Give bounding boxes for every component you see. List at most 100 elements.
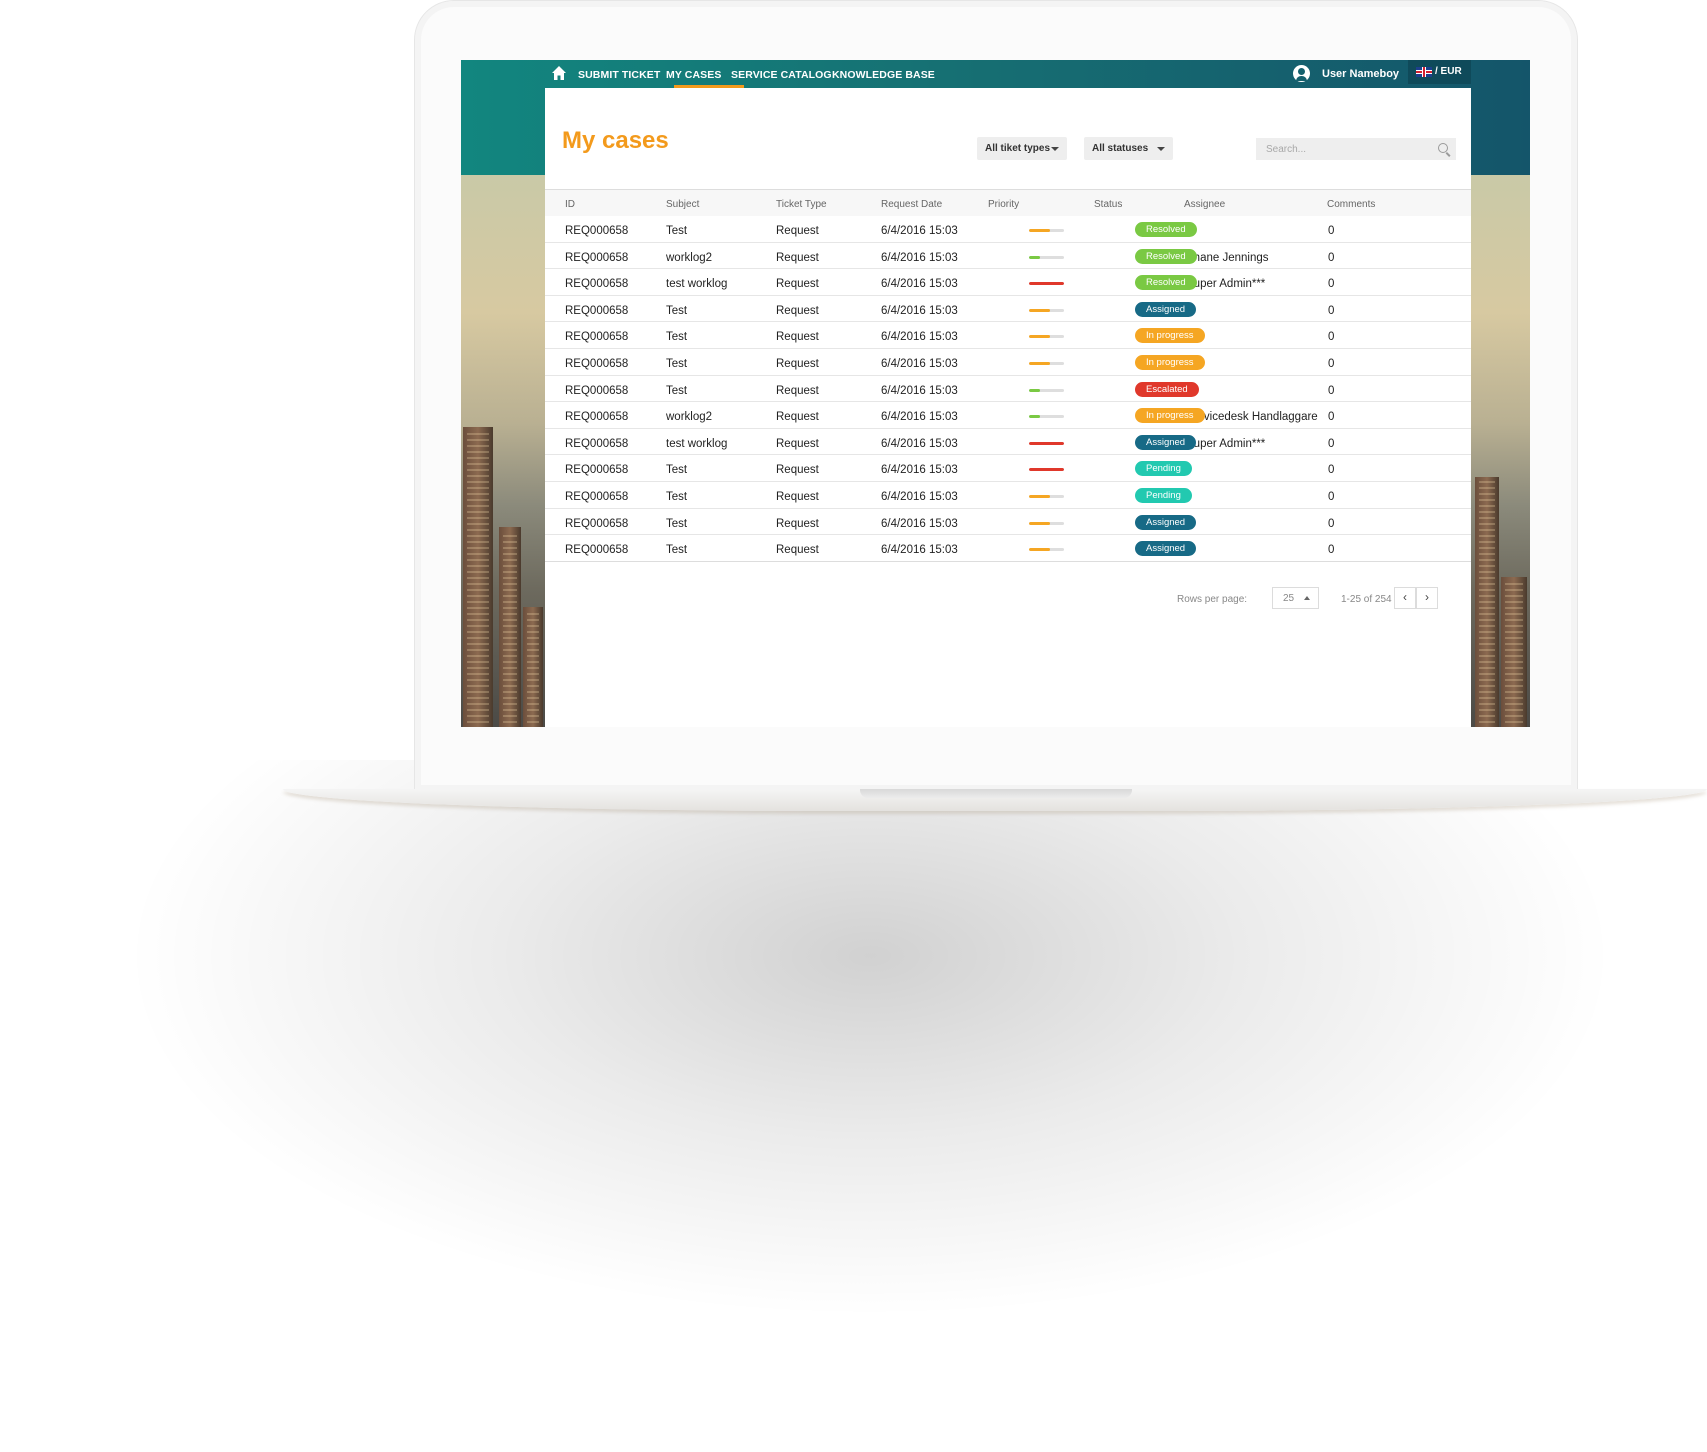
search-icon[interactable] — [1438, 143, 1448, 153]
priority-bar — [1029, 388, 1064, 392]
cell-request-date: 6/4/2016 15:03 — [881, 544, 958, 557]
cell-id: REQ000658 — [565, 251, 629, 264]
cell-ticket-type: Request — [776, 358, 819, 370]
cell-subject: worklog2 — [666, 251, 713, 264]
status-badge: Pending — [1135, 488, 1192, 503]
cell-ticket-type: Request — [776, 384, 819, 397]
locale-selector[interactable]: / EUR — [1408, 60, 1471, 84]
table-row[interactable]: REQ000658 Test Request 6/4/2016 15:03 0 Assig… — [545, 509, 1471, 536]
cell-ticket-type: Request — [776, 411, 819, 424]
cell-subject: Test — [666, 358, 688, 370]
column-header-subject[interactable]: Subject — [666, 199, 699, 210]
cell-comments: 0 — [1328, 491, 1335, 503]
nav-service-catalog[interactable]: SERVICE CATALOG — [731, 69, 832, 81]
table-row[interactable]: REQ000658 Test Request 6/4/2016 15:03 0 Pendi… — [545, 455, 1471, 482]
cell-subject: worklog2 — [666, 411, 713, 424]
nav-my-cases[interactable]: MY CASES — [666, 69, 721, 81]
table-row[interactable]: REQ000658 Test Request 6/4/2016 15:03 0 In pr… — [545, 322, 1471, 349]
laptop-screen: SUBMIT TICKET MY CASES SERVICE CATALOG K… — [461, 60, 1530, 727]
cell-ticket-type: Request — [776, 304, 819, 317]
cell-request-date: 6/4/2016 15:03 — [881, 278, 958, 291]
chevron-down-icon — [1051, 147, 1059, 151]
cell-comments: 0 — [1328, 464, 1335, 477]
cell-assignee: Shane Jennings — [1186, 251, 1269, 264]
cell-assignee: Super Admin*** — [1186, 278, 1266, 291]
cell-assignee: Servicedesk Handlaggare — [1186, 411, 1318, 424]
status-filter[interactable]: All statuses — [1084, 137, 1173, 160]
rows-per-page-value: 25 — [1283, 593, 1295, 604]
table-row[interactable]: REQ000658 worklog2 Request 6/4/2016 15:03 Sh… — [545, 243, 1471, 270]
column-header-assignee[interactable]: Assignee — [1184, 199, 1225, 210]
column-header-comments[interactable]: Comments — [1327, 199, 1375, 210]
cell-id: REQ000658 — [565, 437, 629, 450]
search-input[interactable] — [1256, 138, 1456, 160]
cell-subject: Test — [666, 464, 688, 477]
priority-bar — [1029, 521, 1064, 525]
cell-id: REQ000658 — [565, 358, 629, 370]
table-row[interactable]: REQ000658 Test Request 6/4/2016 15:03 0 Resol… — [545, 216, 1471, 243]
priority-bar — [1029, 308, 1064, 312]
cell-subject: Test — [666, 225, 688, 237]
priority-bar-fill — [1029, 362, 1050, 365]
cell-id: REQ000658 — [565, 304, 629, 317]
table-header: ID Subject Ticket Type Request Date Prio… — [545, 190, 1471, 216]
ticket-type-filter[interactable]: All tiket types — [977, 137, 1067, 160]
priority-bar-fill — [1029, 282, 1064, 286]
prev-page-button[interactable]: ‹ — [1394, 587, 1416, 609]
status-badge: Escalated — [1135, 381, 1199, 397]
table-row[interactable]: REQ000658 Test Request 6/4/2016 15:03 0 Assig… — [545, 535, 1471, 562]
priority-bar-fill — [1029, 521, 1050, 525]
table-row[interactable]: REQ000658 Test Request 6/4/2016 15:03 0 Escal… — [545, 376, 1471, 403]
cell-comments: 0 — [1328, 544, 1335, 557]
top-nav: SUBMIT TICKET MY CASES SERVICE CATALOG K… — [461, 60, 1530, 88]
currency-label: / EUR — [1435, 66, 1462, 77]
cell-ticket-type: Request — [776, 491, 819, 503]
cell-request-date: 6/4/2016 15:03 — [881, 464, 958, 477]
cell-subject: test worklog — [666, 278, 728, 291]
cell-request-date: 6/4/2016 15:03 — [881, 225, 958, 237]
cell-subject: Test — [666, 491, 688, 503]
cell-comments: 0 — [1328, 278, 1335, 291]
column-header-priority[interactable]: Priority — [988, 199, 1019, 210]
table-row[interactable]: REQ000658 test worklog Request 6/4/2016 15:… — [545, 429, 1471, 456]
cell-request-date: 6/4/2016 15:03 — [881, 437, 958, 450]
column-header-request-date[interactable]: Request Date — [881, 199, 942, 210]
table-row[interactable]: REQ000658 test worklog Request 6/4/2016 15:… — [545, 269, 1471, 296]
cell-request-date: 6/4/2016 15:03 — [881, 384, 958, 397]
cell-request-date: 6/4/2016 15:03 — [881, 251, 958, 264]
priority-bar — [1029, 495, 1064, 498]
ticket-type-filter-label: All tiket types — [985, 143, 1051, 154]
cell-subject: Test — [666, 517, 688, 530]
nav-submit-ticket[interactable]: SUBMIT TICKET — [578, 69, 660, 81]
column-header-ticket-type[interactable]: Ticket Type — [776, 199, 827, 210]
cell-comments: 0 — [1328, 411, 1335, 424]
next-page-button[interactable]: › — [1416, 587, 1438, 609]
column-header-status[interactable]: Status — [1094, 199, 1122, 210]
cell-id: REQ000658 — [565, 544, 629, 557]
laptop-notch — [860, 789, 1132, 798]
divider — [545, 560, 1471, 562]
pagination-range: 1-25 of 254 — [1341, 594, 1392, 605]
user-name[interactable]: User Nameboy — [1322, 68, 1399, 80]
user-icon[interactable] — [1293, 65, 1310, 82]
table-row[interactable]: REQ000658 Test Request 6/4/2016 15:03 0 In pr… — [545, 349, 1471, 376]
cell-ticket-type: Request — [776, 278, 819, 291]
rows-per-page-select[interactable]: 25 — [1272, 587, 1319, 609]
cell-request-date: 6/4/2016 15:03 — [881, 517, 958, 530]
cell-comments: 0 — [1328, 304, 1335, 317]
building — [499, 527, 521, 727]
cell-id: REQ000658 — [565, 464, 629, 477]
home-icon[interactable] — [551, 65, 567, 81]
priority-bar-fill — [1029, 308, 1050, 312]
nav-knowledge-base[interactable]: KNOWLEDGE BASE — [832, 69, 935, 81]
cell-request-date: 6/4/2016 15:03 — [881, 358, 958, 370]
chevron-down-icon — [1157, 147, 1165, 151]
table-row[interactable]: REQ000658 worklog2 Request 6/4/2016 15:03 Se… — [545, 402, 1471, 429]
cell-comments: 0 — [1328, 517, 1335, 530]
table-row[interactable]: REQ000658 Test Request 6/4/2016 15:03 0 Assig… — [545, 296, 1471, 323]
cell-request-date: 6/4/2016 15:03 — [881, 331, 958, 344]
column-header-id[interactable]: ID — [565, 199, 575, 210]
cell-id: REQ000658 — [565, 225, 629, 237]
city-background-left — [461, 175, 545, 727]
table-row[interactable]: REQ000658 Test Request 6/4/2016 15:03 0 Pendi… — [545, 482, 1471, 509]
